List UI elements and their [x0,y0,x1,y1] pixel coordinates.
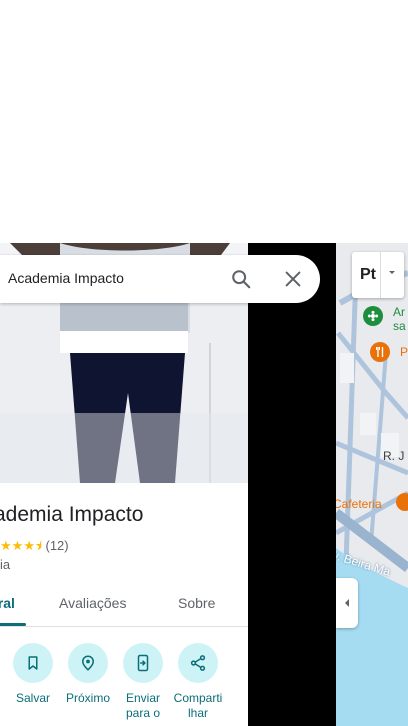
rating-row[interactable]: ★★★⯨ (12) [0,537,69,559]
restaurant-icon[interactable] [370,342,390,362]
nearby-label: Próximo [65,691,110,705]
layer-button-divider [380,252,381,298]
send-to-phone-label: Enviar para o [125,691,161,720]
chevron-down-icon[interactable] [386,266,398,284]
bookmark-icon [13,643,53,683]
place-info-panel: ademia Impacto ★★★⯨ (12) ia eral Avaliaç… [0,483,248,726]
star-icon: ★ [23,538,35,553]
restaurant-label: P [400,345,408,359]
street-label: R. J [383,449,405,463]
send-to-phone-button[interactable]: Enviar para o [115,643,171,721]
send-to-phone-icon [123,643,163,683]
share-icon [178,643,218,683]
tab-about[interactable]: Sobre [178,595,215,611]
save-button[interactable]: Salvar [5,643,61,706]
place-category: ia [0,557,11,572]
search-icon[interactable] [230,268,252,290]
layer-toggle-button[interactable]: Pt [352,252,404,298]
star-icon: ★ [0,538,12,553]
collapse-panel-button[interactable] [336,578,358,628]
tab-reviews[interactable]: Avaliações [59,595,126,611]
share-button[interactable]: Comparti lhar [170,643,226,721]
map-view[interactable]: Ar sa P R. J Cafeteria v. Beira Ma [336,243,408,726]
search-bar[interactable]: Academia Impacto [0,255,320,303]
search-query[interactable]: Academia Impacto [8,270,124,286]
star-icon: ★ [11,538,24,553]
tabs-divider [0,626,248,627]
chevron-left-icon [345,599,349,607]
nearby-button[interactable]: Próximo [60,643,116,706]
place-title: ademia Impacto [0,503,144,526]
cafeteria-label: Cafeteria [336,497,382,511]
layer-button-label: Pt [360,266,376,283]
share-label: Comparti lhar [173,691,223,720]
poi-green-icon[interactable] [363,306,383,326]
nearby-icon [68,643,108,683]
panel-divider-strip [248,243,336,726]
half-star-icon: ⯨ [34,538,42,553]
tab-overview[interactable]: eral [0,595,15,611]
rating-count: (12) [45,538,69,553]
poi-green-label: Ar sa [393,305,406,333]
close-icon[interactable] [282,268,304,290]
cafe-icon[interactable] [396,493,408,511]
save-label: Salvar [15,691,50,705]
